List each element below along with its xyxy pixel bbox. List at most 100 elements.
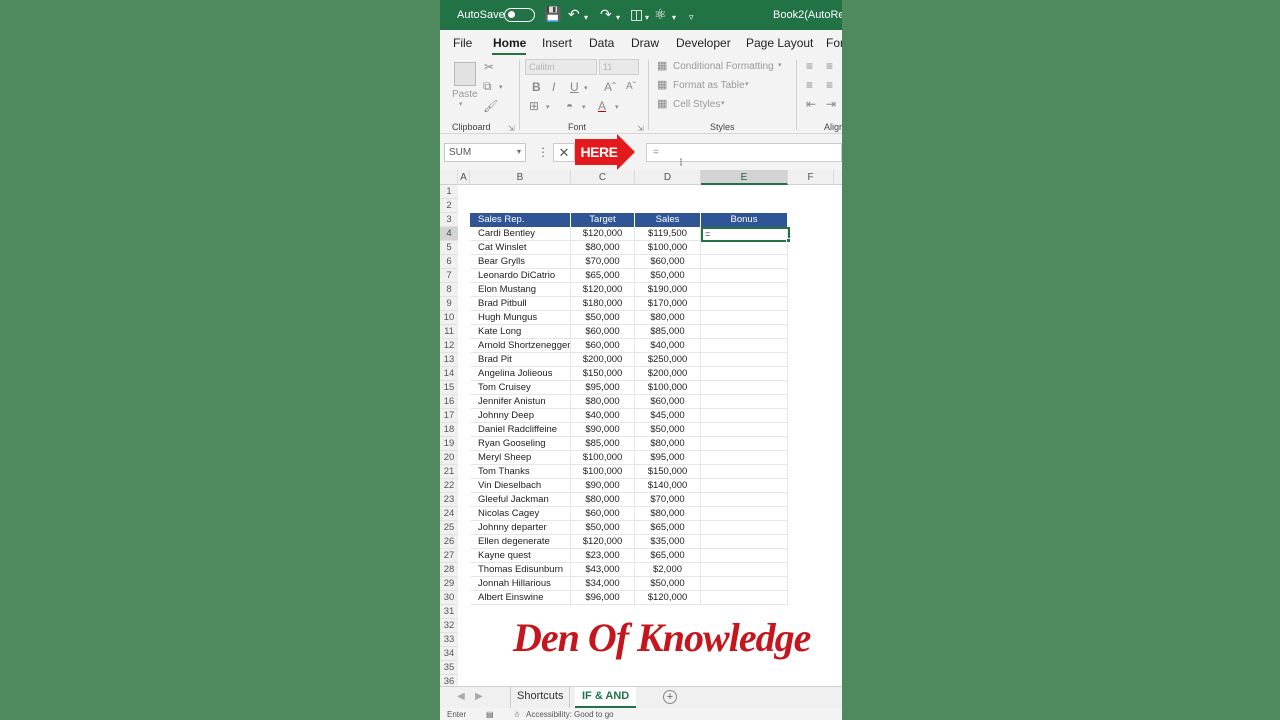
target-cell[interactable]: $60,000 (571, 339, 635, 353)
copy-dropdown-icon[interactable]: ▾ (499, 81, 503, 95)
next-sheet-icon[interactable]: ▶ (475, 691, 483, 702)
formula-input[interactable]: = (646, 143, 842, 162)
sales-cell[interactable]: $2,000 (635, 563, 701, 577)
sales-cell[interactable]: $60,000 (635, 255, 701, 269)
increase-font-icon[interactable]: Aˆ (604, 80, 616, 94)
tab-page-layout[interactable]: Page Layout (746, 36, 813, 50)
bonus-cell[interactable] (701, 591, 788, 605)
tab-data[interactable]: Data (589, 36, 614, 50)
sales-cell[interactable]: $150,000 (635, 465, 701, 479)
bonus-cell[interactable] (701, 311, 788, 325)
row-header[interactable]: 29 (440, 577, 458, 591)
sales-rep-cell[interactable]: Ellen degenerate (470, 535, 571, 549)
format-table-icon[interactable]: ▦ (657, 78, 667, 92)
column-header-d[interactable]: D (635, 170, 701, 185)
tab-insert[interactable]: Insert (542, 36, 572, 50)
target-cell[interactable]: $50,000 (571, 521, 635, 535)
sales-rep-cell[interactable]: Brad Pitbull (470, 297, 571, 311)
bonus-cell[interactable] (701, 577, 788, 591)
tab-file[interactable]: File (453, 36, 472, 50)
worksheet-grid[interactable]: A B C D E F 1 2 3 4 5 6 7 8 9 10 11 12 13 14 15 16 17 18 1… (440, 170, 842, 689)
table-header-cell[interactable]: Sales Rep. (470, 213, 571, 227)
row-header[interactable]: 34 (440, 647, 458, 661)
sales-cell[interactable]: $250,000 (635, 353, 701, 367)
row-header[interactable]: 15 (440, 381, 458, 395)
sales-rep-cell[interactable]: Cat Winslet (470, 241, 571, 255)
row-header[interactable]: 16 (440, 395, 458, 409)
sales-rep-cell[interactable]: Jonnah Hillarious (470, 577, 571, 591)
redo-dropdown-icon[interactable]: ▾ (616, 10, 620, 26)
bonus-cell[interactable] (701, 367, 788, 381)
format-painter-icon[interactable]: 🖌 (483, 99, 498, 113)
font-color-icon[interactable]: A (598, 99, 606, 113)
save-icon[interactable]: 💾 (544, 6, 561, 22)
row-header[interactable]: 11 (440, 325, 458, 339)
sales-rep-cell[interactable]: Johnny Deep (470, 409, 571, 423)
fill-dropdown-icon[interactable]: ▾ (582, 101, 586, 115)
row-header[interactable]: 1 (440, 185, 458, 199)
row-header[interactable]: 3 (440, 213, 458, 227)
fill-color-icon[interactable]: ◓ (566, 99, 573, 113)
cut-icon[interactable]: ✂ (484, 60, 494, 74)
paste-icon[interactable] (454, 62, 476, 86)
tab-developer[interactable]: Developer (676, 36, 731, 50)
sales-cell[interactable]: $65,000 (635, 549, 701, 563)
align-middle-icon[interactable]: ≡ (826, 59, 833, 73)
sales-rep-cell[interactable]: Angelina Jolieous (470, 367, 571, 381)
cell-styles-button[interactable]: Cell Styles (673, 99, 720, 110)
sales-rep-cell[interactable]: Leonardo DiCatrio (470, 269, 571, 283)
sales-rep-cell[interactable]: Elon Mustang (470, 283, 571, 297)
row-header[interactable]: 18 (440, 423, 458, 437)
paste-label[interactable]: Paste (452, 89, 478, 100)
row-header[interactable]: 35 (440, 661, 458, 675)
touch-mode-icon[interactable]: ⚛ (654, 6, 667, 22)
sales-rep-cell[interactable]: Vin Dieselbach (470, 479, 571, 493)
row-header[interactable]: 7 (440, 269, 458, 283)
format-table-dropdown-icon[interactable]: ▾ (745, 80, 749, 88)
sales-cell[interactable]: $85,000 (635, 325, 701, 339)
fill-handle[interactable] (786, 238, 791, 243)
row-header[interactable]: 24 (440, 507, 458, 521)
target-cell[interactable]: $150,000 (571, 367, 635, 381)
add-sheet-button[interactable]: + (663, 690, 677, 704)
sales-cell[interactable]: $170,000 (635, 297, 701, 311)
bonus-cell[interactable] (701, 283, 788, 297)
target-cell[interactable]: $200,000 (571, 353, 635, 367)
target-cell[interactable]: $100,000 (571, 465, 635, 479)
target-cell[interactable]: $70,000 (571, 255, 635, 269)
sheet-tab-shortcuts[interactable]: Shortcuts (510, 687, 571, 708)
bonus-cell[interactable] (701, 241, 788, 255)
cancel-entry-button[interactable]: ✕ (553, 143, 575, 162)
sales-rep-cell[interactable]: Albert Einswine (470, 591, 571, 605)
undo-icon[interactable]: ↶ (568, 6, 580, 22)
row-header[interactable]: 25 (440, 521, 458, 535)
undo-dropdown-icon[interactable]: ▾ (584, 10, 588, 26)
italic-icon[interactable]: I (552, 80, 555, 94)
sales-cell[interactable]: $50,000 (635, 269, 701, 283)
align-top-icon[interactable]: ≡ (806, 59, 813, 73)
bonus-cell[interactable] (701, 465, 788, 479)
target-cell[interactable]: $43,000 (571, 563, 635, 577)
row-header[interactable]: 17 (440, 409, 458, 423)
accessibility-status[interactable]: Accessibility: Good to go (526, 710, 614, 719)
conditional-formatting-button[interactable]: Conditional Formatting (673, 61, 774, 72)
table-header-cell[interactable]: Target (571, 213, 635, 227)
target-cell[interactable]: $120,000 (571, 283, 635, 297)
sales-cell[interactable]: $80,000 (635, 507, 701, 521)
sales-cell[interactable]: $140,000 (635, 479, 701, 493)
font-name-box[interactable]: Calibri (525, 59, 597, 75)
sales-cell[interactable]: $50,000 (635, 577, 701, 591)
row-header[interactable]: 33 (440, 633, 458, 647)
prev-sheet-icon[interactable]: ◀ (457, 691, 465, 702)
bonus-cell[interactable] (701, 563, 788, 577)
target-cell[interactable]: $50,000 (571, 311, 635, 325)
sales-rep-cell[interactable]: Brad Pit (470, 353, 571, 367)
row-header[interactable]: 27 (440, 549, 458, 563)
macro-record-icon[interactable]: ▤ (486, 710, 494, 719)
row-header[interactable]: 31 (440, 605, 458, 619)
target-cell[interactable]: $100,000 (571, 451, 635, 465)
bonus-cell[interactable] (701, 255, 788, 269)
sales-cell[interactable]: $80,000 (635, 311, 701, 325)
align-left-icon[interactable]: ≡ (806, 78, 813, 92)
table-header-cell[interactable]: Sales (635, 213, 701, 227)
